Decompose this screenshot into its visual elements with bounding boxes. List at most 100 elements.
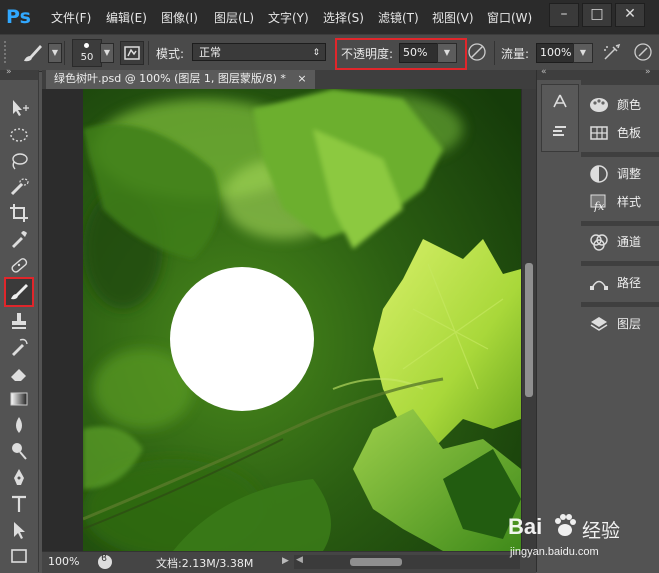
menu-type[interactable]: 文字(Y) xyxy=(268,9,309,26)
palette-icon xyxy=(589,95,609,115)
blend-mode-value: 正常 xyxy=(199,46,221,59)
status-info-icon[interactable]: ϐ xyxy=(98,553,112,569)
panel-group-divider xyxy=(581,221,659,226)
flow-input[interactable]: 100% xyxy=(536,43,575,63)
close-button[interactable]: ✕ xyxy=(615,3,645,27)
separator xyxy=(494,41,495,65)
eyedropper-tool-icon[interactable] xyxy=(8,228,30,250)
panel-group-divider xyxy=(581,302,659,307)
panel-adjustments[interactable]: 调整 xyxy=(581,161,659,187)
vertical-scrollbar[interactable] xyxy=(522,89,536,551)
brush-preset-icon[interactable] xyxy=(20,41,46,65)
tools-panel: » xyxy=(0,67,39,572)
panel-swatches[interactable]: 色板 xyxy=(581,120,659,146)
panel-channels[interactable]: 通道 xyxy=(581,229,659,255)
eraser-tool-icon[interactable] xyxy=(8,362,30,384)
blur-tool-icon[interactable] xyxy=(8,414,30,436)
right-panel-dock: « » 颜色 色板 调整 fx 样式 通道 路径 图层 xyxy=(536,67,659,572)
panel-styles[interactable]: fx 样式 xyxy=(581,189,659,215)
photoshop-logo: Ps xyxy=(6,6,31,28)
scroll-left-arrow-icon[interactable]: ◀ xyxy=(296,555,303,565)
panel-layers[interactable]: 图层 xyxy=(581,311,659,337)
panel-swatches-label: 色板 xyxy=(617,126,642,140)
options-bar: ▼ 50 ▼ 模式: 正常 ⇕ 不透明度: 50% ▼ 流量: 100% ▼ xyxy=(0,34,659,72)
brush-panel-toggle-icon[interactable] xyxy=(120,41,144,65)
healing-brush-tool-icon[interactable] xyxy=(8,254,30,276)
panel-group-divider xyxy=(581,152,659,157)
crop-tool-icon[interactable] xyxy=(8,202,30,224)
collapse-dock-icon[interactable]: » xyxy=(645,67,651,77)
lasso-tool-icon[interactable] xyxy=(8,150,30,172)
tool-presets-icon[interactable] xyxy=(550,91,570,111)
horizontal-scroll-thumb[interactable] xyxy=(350,558,402,566)
mode-label: 模式: xyxy=(156,47,185,61)
separator xyxy=(64,41,65,65)
menu-view[interactable]: 视图(V) xyxy=(432,9,474,26)
path-select-tool-icon[interactable] xyxy=(8,519,30,541)
collapse-icon[interactable]: » xyxy=(6,67,12,77)
expand-dock-left-icon[interactable]: « xyxy=(541,67,547,77)
menu-window[interactable]: 窗口(W) xyxy=(487,9,532,26)
white-circle-shape xyxy=(170,267,314,411)
flow-slider-dropdown[interactable]: ▼ xyxy=(573,43,593,63)
menu-image[interactable]: 图像(I) xyxy=(161,9,198,26)
marquee-tool-icon[interactable] xyxy=(8,124,30,146)
brush-size-value: 50 xyxy=(80,52,94,63)
styles-fx-icon: fx xyxy=(589,192,609,213)
swatches-icon xyxy=(589,123,609,143)
menu-filter[interactable]: 滤镜(T) xyxy=(378,9,419,26)
brush-picker-dropdown[interactable]: ▼ xyxy=(100,43,114,63)
gradient-tool-icon[interactable] xyxy=(8,388,30,410)
opacity-input[interactable]: 50% xyxy=(399,43,438,63)
opacity-slider-dropdown[interactable]: ▼ xyxy=(437,43,457,63)
baidu-jingyan-watermark: Bai 经验 jingyan.baidu.com xyxy=(508,508,658,570)
panel-paths[interactable]: 路径 xyxy=(581,270,659,296)
panel-color[interactable]: 颜色 xyxy=(581,92,659,118)
move-tool-icon[interactable] xyxy=(8,97,30,119)
quick-select-tool-icon[interactable] xyxy=(8,176,30,198)
status-menu-arrow-icon[interactable]: ▶ xyxy=(282,556,289,566)
airbrush-icon[interactable] xyxy=(601,41,623,63)
watermark-brand-suffix: 经验 xyxy=(582,520,621,542)
tab-close-icon[interactable]: × xyxy=(297,72,306,85)
grip-handle[interactable] xyxy=(4,41,12,63)
watermark-brand: Bai xyxy=(508,514,543,539)
paths-icon xyxy=(589,273,609,293)
menu-edit[interactable]: 编辑(E) xyxy=(106,9,147,26)
panel-color-label: 颜色 xyxy=(617,98,642,112)
menu-select[interactable]: 选择(S) xyxy=(323,9,364,26)
canvas-area[interactable] xyxy=(42,89,536,551)
dodge-tool-icon[interactable] xyxy=(8,440,30,462)
opacity-label: 不透明度: xyxy=(341,47,394,61)
type-tool-icon[interactable] xyxy=(8,493,30,515)
brush-tool-button[interactable] xyxy=(4,277,34,307)
brush-tip-icon xyxy=(84,43,89,48)
brush-presets-icon[interactable] xyxy=(550,121,570,141)
menu-bar: Ps 文件(F) 编辑(E) 图像(I) 图层(L) 文字(Y) 选择(S) 滤… xyxy=(0,0,659,34)
rectangle-tool-icon[interactable] xyxy=(8,545,30,567)
pen-tool-icon[interactable] xyxy=(8,467,30,489)
green-leaves-photo[interactable] xyxy=(83,89,521,551)
zoom-level[interactable]: 100% xyxy=(48,555,79,568)
baidu-paw-icon xyxy=(552,512,578,538)
minimize-button[interactable]: – xyxy=(549,3,579,27)
panel-channels-label: 通道 xyxy=(617,235,642,249)
history-brush-tool-icon[interactable] xyxy=(8,336,30,358)
restore-button[interactable]: □ xyxy=(582,3,612,27)
menu-layer[interactable]: 图层(L) xyxy=(214,9,254,26)
mini-tools-column xyxy=(541,84,579,152)
chevron-updown-icon: ⇕ xyxy=(312,48,320,58)
blend-mode-select[interactable]: 正常 ⇕ xyxy=(192,43,326,61)
pressure-size-icon[interactable] xyxy=(632,41,654,63)
panel-adjustments-label: 调整 xyxy=(617,167,642,181)
document-tab[interactable]: 绿色树叶.psd @ 100% (图层 1, 图层蒙版/8) * × xyxy=(46,70,315,89)
clone-stamp-tool-icon[interactable] xyxy=(8,310,30,332)
vertical-scroll-thumb[interactable] xyxy=(525,263,533,397)
dock-header: « » xyxy=(537,67,659,80)
panel-layers-label: 图层 xyxy=(617,317,642,331)
horizontal-scrollbar[interactable]: ◀ xyxy=(294,555,520,569)
menu-file[interactable]: 文件(F) xyxy=(51,9,91,26)
pressure-opacity-icon[interactable] xyxy=(466,41,488,63)
brush-size-picker[interactable]: 50 xyxy=(72,39,102,67)
tool-preset-dropdown[interactable]: ▼ xyxy=(48,43,62,63)
